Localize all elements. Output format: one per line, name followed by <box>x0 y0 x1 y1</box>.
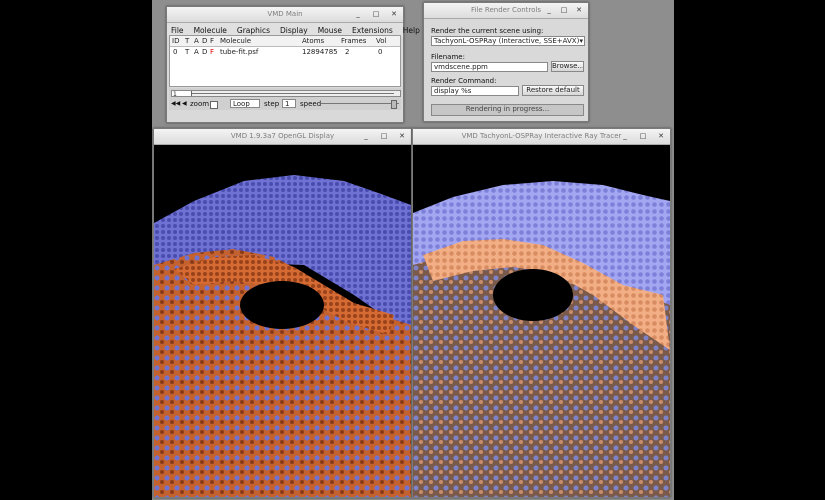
mol-id: 0 <box>173 48 178 56</box>
mol-atoms: 12894785 <box>302 48 338 56</box>
browse-button[interactable]: Browse... <box>551 61 584 72</box>
minimize-icon[interactable]: _ <box>361 131 371 141</box>
opengl-molecule-render <box>154 145 411 497</box>
mol-fixed-flag[interactable]: F <box>210 48 214 56</box>
col-frames[interactable]: Frames <box>341 37 366 45</box>
table-row[interactable]: 0 T A D F tube-fit.psf 12894785 2 0 <box>170 47 400 57</box>
frame-value[interactable]: 1 <box>172 91 192 96</box>
opengl-viewport[interactable] <box>154 145 411 497</box>
step-label: step <box>264 100 280 108</box>
render-using-label: Render the current scene using: <box>431 27 544 35</box>
close-icon[interactable]: ✕ <box>397 131 407 141</box>
raytraced-molecule-render <box>413 145 670 497</box>
maximize-icon[interactable]: □ <box>638 131 648 141</box>
maximize-icon[interactable]: □ <box>559 5 569 15</box>
zoom-checkbox[interactable] <box>210 101 218 109</box>
tachyon-titlebar[interactable]: VMD TachyonL-OSPRay Interactive Ray Trac… <box>413 129 670 145</box>
dropdown-arrow-icon: ▾ <box>579 37 583 45</box>
molecule-table: ID T A D F Molecule Atoms Frames Vol 0 T… <box>169 35 401 87</box>
opengl-display-window: VMD 1.9.3a7 OpenGL Display _ □ ✕ <box>153 128 412 498</box>
table-header: ID T A D F Molecule Atoms Frames Vol <box>170 36 400 47</box>
render-controls-window: File Render Controls _ □ ✕ Render the cu… <box>423 2 589 122</box>
minimize-icon[interactable]: _ <box>544 5 554 15</box>
col-d[interactable]: D <box>202 37 207 45</box>
col-f[interactable]: F <box>210 37 214 45</box>
menu-help[interactable]: Help <box>403 26 420 37</box>
speed-label: speed <box>300 100 322 108</box>
render-titlebar[interactable]: File Render Controls _ □ ✕ <box>424 3 588 19</box>
renderer-select[interactable]: TachyonL-OSPRay (Interactive, SSE+AVX) ▾ <box>431 36 585 46</box>
render-command-input[interactable]: display %s <box>431 86 519 96</box>
close-icon[interactable]: ✕ <box>574 5 584 15</box>
start-rendering-button[interactable]: Rendering in progress... <box>431 104 584 116</box>
close-icon[interactable]: ✕ <box>389 9 399 19</box>
minimize-icon[interactable]: _ <box>353 9 363 19</box>
tachyon-raytracer-window: VMD TachyonL-OSPRay Interactive Ray Trac… <box>412 128 671 498</box>
mol-vol: 0 <box>378 48 383 56</box>
col-atoms[interactable]: Atoms <box>302 37 324 45</box>
play-back-icon[interactable]: ◀ <box>182 100 187 107</box>
step-back-icon[interactable]: ◀◀ <box>171 100 180 107</box>
mol-active-flag[interactable]: A <box>194 48 199 56</box>
col-id[interactable]: ID <box>172 37 179 45</box>
animation-controls: 1 ◀◀ ◀ zoom Loop step 1 speed <box>169 88 401 110</box>
restore-default-button[interactable]: Restore default <box>522 85 584 96</box>
col-vol[interactable]: Vol <box>376 37 386 45</box>
speed-slider[interactable] <box>321 103 399 104</box>
zoom-label: zoom <box>190 100 210 108</box>
mol-top-flag[interactable]: T <box>185 48 189 56</box>
maximize-icon[interactable]: □ <box>379 131 389 141</box>
loop-mode-select[interactable]: Loop <box>230 99 260 108</box>
vmd-main-window: VMD Main _ □ ✕ File Molecule Graphics Di… <box>166 6 420 123</box>
renderer-value: TachyonL-OSPRay (Interactive, SSE+AVX) <box>434 37 580 45</box>
frame-slider[interactable]: 1 <box>171 90 401 97</box>
tachyon-viewport[interactable] <box>413 145 670 497</box>
loop-mode-value: Loop <box>233 100 250 108</box>
col-molecule[interactable]: Molecule <box>220 37 251 45</box>
mol-drawn-flag[interactable]: D <box>202 48 207 56</box>
mol-frames: 2 <box>345 48 350 56</box>
step-field[interactable]: 1 <box>282 99 296 108</box>
col-a[interactable]: A <box>194 37 199 45</box>
filename-label: Filename: <box>431 53 465 61</box>
col-t[interactable]: T <box>185 37 189 45</box>
maximize-icon[interactable]: □ <box>371 9 381 19</box>
speed-slider-handle[interactable] <box>391 100 397 109</box>
close-icon[interactable]: ✕ <box>656 131 666 141</box>
filename-input[interactable]: vmdscene.ppm <box>431 62 548 72</box>
render-command-label: Render Command: <box>431 77 497 85</box>
mol-name: tube-fit.psf <box>220 48 259 56</box>
main-titlebar[interactable]: VMD Main _ □ ✕ <box>167 7 403 23</box>
opengl-titlebar[interactable]: VMD 1.9.3a7 OpenGL Display _ □ ✕ <box>154 129 411 145</box>
minimize-icon[interactable]: _ <box>620 131 630 141</box>
